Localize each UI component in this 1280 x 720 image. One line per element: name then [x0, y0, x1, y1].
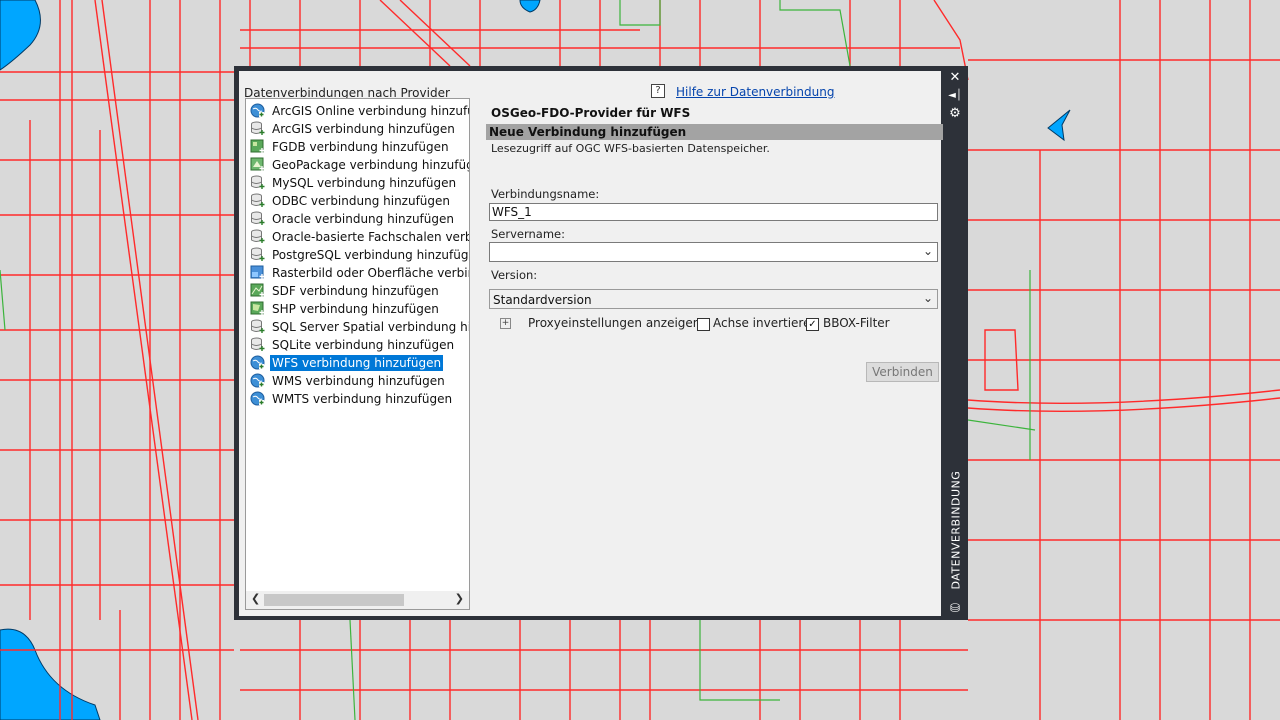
provider-item[interactable]: SQLite verbindung hinzufügen	[250, 336, 469, 354]
connection-name-label: Verbindungsname:	[491, 187, 600, 201]
provider-item-label: SHP verbindung hinzufügen	[272, 302, 439, 316]
database-icon	[250, 211, 265, 226]
provider-item[interactable]: MySQL verbindung hinzufügen	[250, 174, 469, 192]
provider-item[interactable]: FGDB verbindung hinzufügen	[250, 138, 469, 156]
chevron-down-icon[interactable]: ⌄	[923, 244, 933, 258]
provider-item-label: Rasterbild oder Oberfläche verbindung hi…	[272, 266, 469, 280]
bbox-filter-label[interactable]: BBOX-Filter	[823, 316, 890, 330]
provider-item-label: ODBC verbindung hinzufügen	[272, 194, 451, 208]
provider-item-label: SQL Server Spatial verbindung hinzufügen	[272, 320, 470, 334]
database-icon	[250, 121, 265, 136]
provider-item[interactable]: Oracle verbindung hinzufügen	[250, 210, 469, 228]
scrollbar-thumb[interactable]	[264, 594, 404, 606]
horizontal-scrollbar[interactable]: ❮ ❯	[246, 591, 469, 609]
close-icon[interactable]: ✕	[947, 70, 963, 86]
provider-title: OSGeo-FDO-Provider für WFS	[491, 106, 691, 120]
sdf-icon	[250, 283, 265, 298]
database-icon	[250, 175, 265, 190]
connect-button[interactable]: Verbinden	[866, 362, 939, 382]
data-connect-palette: Datenverbindungen nach Provider ArcGIS O…	[234, 66, 968, 620]
database-icon	[250, 247, 265, 262]
provider-item[interactable]: ODBC verbindung hinzufügen	[250, 192, 469, 210]
provider-item[interactable]: GeoPackage verbindung hinzufügen	[250, 156, 470, 174]
proxy-settings-toggle[interactable]: Proxyeinstellungen anzeigen	[528, 316, 700, 330]
version-value: Standardversion	[493, 293, 592, 307]
expand-plus-icon[interactable]: +	[500, 318, 511, 329]
invert-axis-checkbox[interactable]	[697, 318, 710, 331]
bbox-filter-checkbox[interactable]: ✓	[806, 318, 819, 331]
provider-item[interactable]: Oracle-basierte Fachschalen verbindung h…	[250, 228, 469, 246]
section-header: Neue Verbindung hinzufügen	[486, 124, 943, 140]
database-icon	[250, 337, 265, 352]
provider-item[interactable]: WFS verbindung hinzufügen	[250, 354, 469, 372]
geopackage-icon	[250, 157, 265, 172]
provider-item-label: SDF verbindung hinzufügen	[272, 284, 439, 298]
scroll-right-icon[interactable]: ❯	[455, 592, 464, 605]
raster-icon	[250, 265, 265, 280]
provider-item[interactable]: ArcGIS Online verbindung hinzufügen	[250, 102, 469, 120]
fgdb-icon	[250, 139, 265, 154]
server-name-label: Servername:	[491, 227, 565, 241]
scroll-left-icon[interactable]: ❮	[251, 592, 260, 605]
chevron-down-icon[interactable]: ⌄	[923, 291, 933, 305]
provider-list[interactable]: ArcGIS Online verbindung hinzufügen ArcGI…	[245, 98, 470, 610]
database-icon	[250, 193, 265, 208]
provider-item-label: Oracle verbindung hinzufügen	[272, 212, 454, 226]
provider-item[interactable]: PostgreSQL verbindung hinzufügen	[250, 246, 470, 264]
globe-icon	[250, 103, 265, 118]
database-icon	[250, 229, 265, 244]
provider-item[interactable]: ArcGIS verbindung hinzufügen	[250, 120, 469, 138]
provider-item-label: WMTS verbindung hinzufügen	[272, 392, 453, 406]
provider-item-label: MySQL verbindung hinzufügen	[272, 176, 457, 190]
provider-item-label: Oracle-basierte Fachschalen verbindung h…	[272, 230, 469, 244]
provider-item-label: GeoPackage verbindung hinzufügen	[272, 158, 470, 172]
globe-icon	[250, 373, 265, 388]
provider-item[interactable]: SHP verbindung hinzufügen	[250, 300, 469, 318]
provider-item[interactable]: WMTS verbindung hinzufügen	[250, 390, 469, 408]
provider-item-label: SQLite verbindung hinzufügen	[272, 338, 455, 352]
auto-hide-icon[interactable]: ◄│	[947, 88, 963, 104]
version-select[interactable]: Standardversion ⌄	[489, 289, 938, 309]
version-label: Version:	[491, 268, 538, 282]
database-icon	[250, 319, 265, 334]
provider-item[interactable]: WMS verbindung hinzufügen	[250, 372, 469, 390]
provider-item[interactable]: SQL Server Spatial verbindung hinzufügen	[250, 318, 470, 336]
database-icon: ⛁	[949, 601, 961, 615]
provider-item-label: FGDB verbindung hinzufügen	[272, 140, 449, 154]
provider-description: Lesezugriff auf OGC WFS-basierten Datens…	[491, 142, 770, 155]
globe-icon	[250, 391, 265, 406]
connection-name-input[interactable]: WFS_1	[489, 203, 938, 221]
gear-icon[interactable]: ⚙	[947, 106, 963, 122]
globe-icon	[250, 355, 265, 370]
palette-title: DATENVERBINDUNG	[949, 470, 963, 590]
section-title: Neue Verbindung hinzufügen	[489, 125, 687, 139]
provider-item[interactable]: SDF verbindung hinzufügen	[250, 282, 469, 300]
provider-item-label: PostgreSQL verbindung hinzufügen	[272, 248, 470, 262]
provider-item-label: WFS verbindung hinzufügen	[270, 355, 444, 371]
server-name-combobox[interactable]: ⌄	[489, 242, 938, 262]
provider-item-label: WMS verbindung hinzufügen	[272, 374, 445, 388]
provider-item-label: ArcGIS verbindung hinzufügen	[272, 122, 455, 136]
help-link[interactable]: Hilfe zur Datenverbindung	[676, 85, 834, 99]
palette-content: Datenverbindungen nach Provider ArcGIS O…	[239, 71, 943, 616]
provider-item-label: ArcGIS Online verbindung hinzufügen	[272, 104, 469, 118]
shp-icon	[250, 301, 265, 316]
invert-axis-label[interactable]: Achse invertieren	[713, 316, 818, 330]
help-icon[interactable]: ?	[651, 84, 665, 98]
palette-title-bar: ✕ ◄│ ⚙ DATENVERBINDUNG ⛁	[942, 66, 968, 620]
provider-item[interactable]: Rasterbild oder Oberfläche verbindung hi…	[250, 264, 469, 282]
